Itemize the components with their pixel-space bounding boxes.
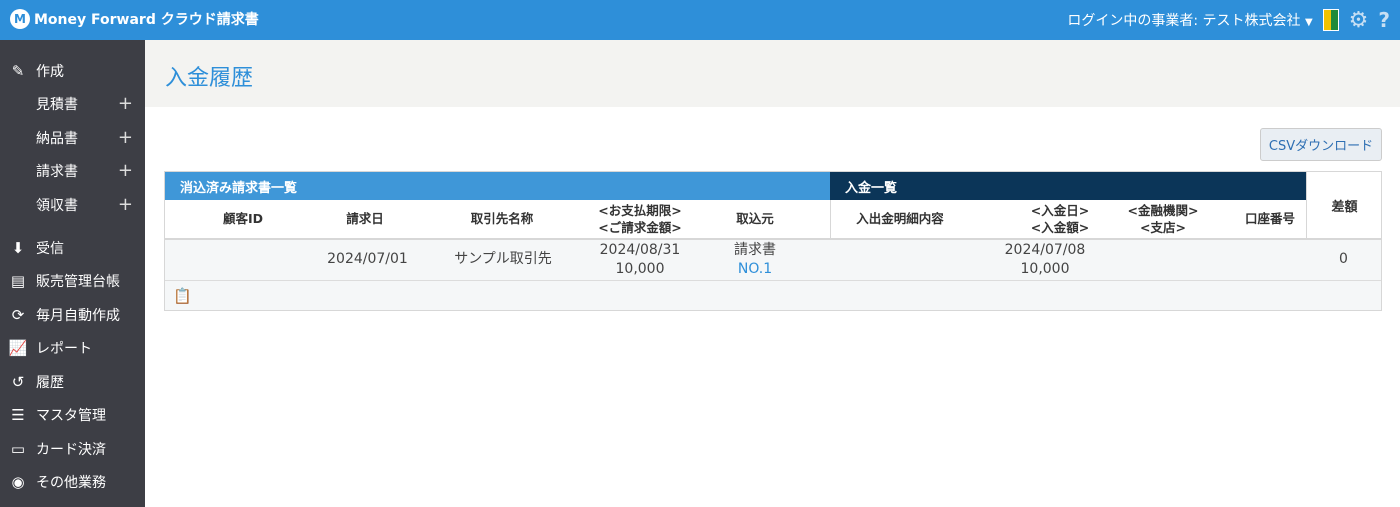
cell-invoice-amount: 10,000 [615,261,665,277]
clipboard-icon[interactable]: 📋 [173,287,192,305]
col-pay-date-amount: <入金日> <入金額> [1020,202,1100,236]
sidebar-item-label: 販売管理台帳 [36,273,120,290]
cell-difference: 0 [1339,251,1348,267]
cell-invoice-date: 2024/07/01 [327,251,408,267]
refresh-icon: ⟳ [11,305,25,324]
history-icon: ↺ [11,372,25,391]
col-invoice-date: 請求日 [346,211,384,226]
sidebar-item-label: その他業務 [36,474,106,491]
sidebar-item-label: 納品書 [36,130,78,147]
invoice-number-link[interactable]: NO.1 [725,260,785,279]
header-right: ログイン中の事業者: テスト株式会社 ▼ ⚙ ? [1067,0,1390,40]
difference-header: 差額 [1306,172,1382,238]
logo-text: Money Forward クラウド請求書 [34,12,259,28]
csv-download-button[interactable]: CSVダウンロード [1260,128,1382,161]
cell-partner: サンプル取引先 [454,251,552,267]
sidebar-item-quote[interactable]: 見積書 + [0,87,145,120]
caret-down-icon: ▼ [1304,17,1313,28]
sidebar-item-master[interactable]: ☰ マスタ管理 [0,398,145,431]
sidebar-item-label: 作成 [36,63,64,80]
plus-icon[interactable]: + [118,127,133,148]
col-due-date-label: <お支払期限> [598,203,682,218]
sidebar-item-inbox[interactable]: ⬇ 受信 [0,231,145,264]
table-row: 2024/07/01 サンプル取引先 2024/08/31 10,000 請求書… [165,240,1381,280]
col-source: 取込元 [736,211,774,226]
cell-pay-date: 2024/07/08 [1004,242,1086,258]
mf-logo-icon: M [10,9,30,29]
sidebar-item-label: 領収書 [36,197,78,214]
mf-logo-icon: ◉ [11,472,25,491]
cell-source: 請求書 NO.1 [725,241,785,279]
page-header: 入金履歴 [145,40,1400,107]
sidebar-item-create[interactable]: ✎ 作成 [0,54,145,87]
sidebar-item-label: 見積書 [36,96,78,113]
card-icon: ▭ [10,439,26,458]
main-content: CSVダウンロード 消込済み請求書一覧 入金一覧 差額 顧客ID 請求日 取引先… [145,107,1400,507]
col-invoice-amount-label: <ご請求金額> [598,220,682,235]
col-bank-branch: <金融機関> <支店> [1115,202,1211,236]
sidebar-item-delivery[interactable]: 納品書 + [0,121,145,154]
col-pay-amount-label: <入金額> [1030,220,1090,235]
beginner-mark-icon[interactable] [1322,9,1339,31]
column-divider [830,200,831,238]
sidebar-item-other[interactable]: ◉ その他業務 [0,465,145,498]
sidebar-item-invoice[interactable]: 請求書 + [0,154,145,187]
reconciled-invoices-header: 消込済み請求書一覧 [165,172,830,200]
help-icon[interactable]: ? [1378,8,1390,32]
sidebar-item-history[interactable]: ↺ 履歴 [0,365,145,398]
login-business-label: ログイン中の事業者: テスト株式会社 [1067,13,1301,29]
cell-pay-amount: 10,000 [1020,261,1070,277]
plus-icon[interactable]: + [118,160,133,181]
login-business-dropdown[interactable]: ログイン中の事業者: テスト株式会社 ▼ [1067,10,1312,30]
col-detail: 入出金明細内容 [856,211,944,226]
book-icon: ▤ [10,271,26,290]
plus-icon[interactable]: + [118,194,133,215]
sidebar-item-card[interactable]: ▭ カード決済 [0,432,145,465]
sidebar-item-label: マスタ管理 [36,407,106,424]
app-logo[interactable]: M Money Forward クラウド請求書 [10,9,259,29]
page-title: 入金履歴 [165,66,254,91]
sidebar: ✎ 作成 見積書 + 納品書 + 請求書 + 領収書 + ⬇ 受信 ▤ 販売管理… [0,40,145,507]
list-icon: ☰ [11,405,25,424]
gear-icon[interactable]: ⚙ [1349,8,1369,33]
plus-icon[interactable]: + [118,93,133,114]
sidebar-item-label: 受信 [36,240,64,257]
col-bank-label: <金融機関> [1127,203,1199,218]
sidebar-item-label: 請求書 [36,163,78,180]
cell-due-date: 2024/08/31 [599,242,681,258]
col-due-amount: <お支払期限> <ご請求金額> [585,202,695,236]
chart-icon: 📈 [8,338,28,357]
cell-due-amount: 2024/08/31 10,000 [585,241,695,279]
pencil-icon: ✎ [11,61,25,80]
col-branch-label: <支店> [1140,220,1186,235]
col-customer-id: 顧客ID [222,211,264,226]
cell-source-type: 請求書 [734,242,776,258]
col-partner: 取引先名称 [470,211,534,226]
cell-pay-date-amount: 2024/07/08 10,000 [990,241,1100,279]
table-footer: 📋 [165,281,1381,310]
payments-header: 入金一覧 [830,172,1306,200]
top-bar: M Money Forward クラウド請求書 ログイン中の事業者: テスト株式… [0,0,1400,40]
sidebar-item-label: カード決済 [36,441,106,458]
sidebar-item-ledger[interactable]: ▤ 販売管理台帳 [0,264,145,297]
inbox-icon: ⬇ [11,238,25,257]
sidebar-item-label: 毎月自動作成 [36,307,120,324]
payment-history-table: 消込済み請求書一覧 入金一覧 差額 顧客ID 請求日 取引先名称 <お支払期限>… [164,171,1382,311]
sidebar-item-label: 履歴 [36,374,64,391]
sidebar-item-label: レポート [36,340,92,357]
col-account: 口座番号 [1244,211,1295,226]
sidebar-item-monthly[interactable]: ⟳ 毎月自動作成 [0,298,145,331]
col-pay-date-label: <入金日> [1030,203,1090,218]
sidebar-item-report[interactable]: 📈 レポート [0,331,145,364]
sidebar-item-receipt[interactable]: 領収書 + [0,188,145,221]
